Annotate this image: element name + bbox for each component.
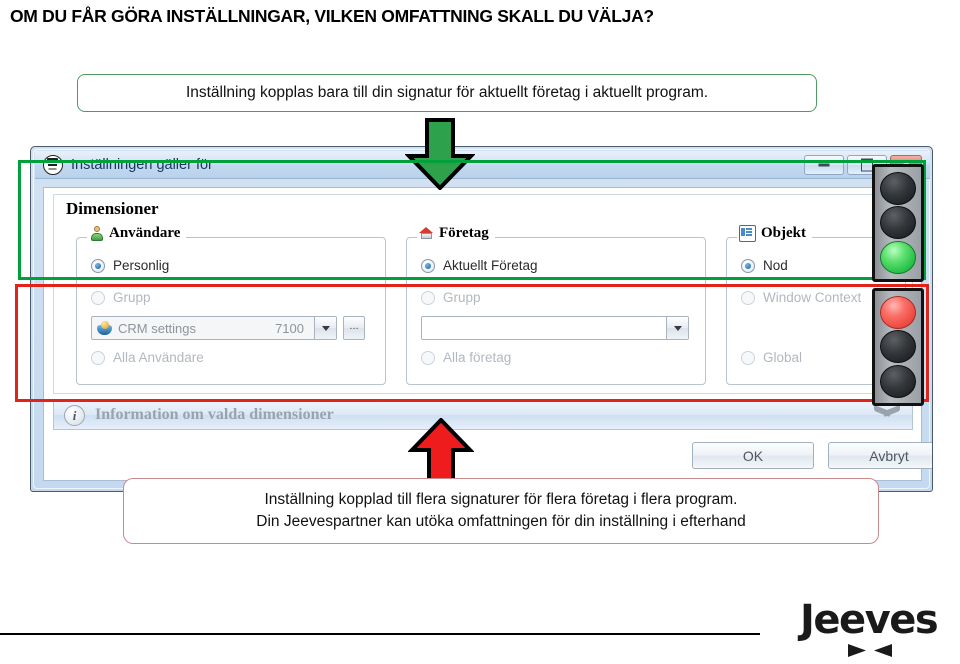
lamp-off-green [880, 365, 916, 399]
jeeves-logo: Jeeves [800, 600, 950, 660]
lamp-on-red [880, 295, 916, 329]
lamp-off-red [880, 171, 916, 205]
jeeves-logo-text: Jeeves [800, 597, 939, 643]
footer-divider [0, 633, 760, 635]
callout-top-text: Inställning kopplas bara till din signat… [185, 84, 709, 101]
callout-top: Inställning kopplas bara till din signat… [77, 74, 817, 112]
ok-button[interactable]: OK [692, 442, 814, 469]
callout-bottom-line1: Inställning kopplad till flera signature… [264, 490, 738, 508]
callout-bottom: Inställning kopplad till flera signature… [123, 478, 879, 544]
bowtie-icon [848, 644, 892, 657]
callout-bottom-line2: Din Jeevespartner kan utöka omfattningen… [256, 513, 746, 530]
traffic-light-green [872, 164, 924, 282]
cancel-button[interactable]: Avbryt [828, 442, 932, 469]
page-title: OM DU FÅR GÖRA INSTÄLLNINGAR, VILKEN OMF… [10, 6, 654, 26]
lamp-on-green [880, 241, 916, 275]
chevron-down-icon[interactable] [874, 408, 900, 422]
info-icon: i [64, 404, 85, 426]
lamp-off-yellow [880, 330, 916, 364]
highlight-box-red [15, 284, 929, 402]
information-bar[interactable]: i Information om valda dimensioner [53, 400, 913, 430]
traffic-light-red [872, 288, 924, 406]
information-bar-label: Information om valda dimensioner [95, 406, 334, 423]
highlight-box-green [18, 160, 926, 280]
lamp-off-yellow [880, 206, 916, 240]
